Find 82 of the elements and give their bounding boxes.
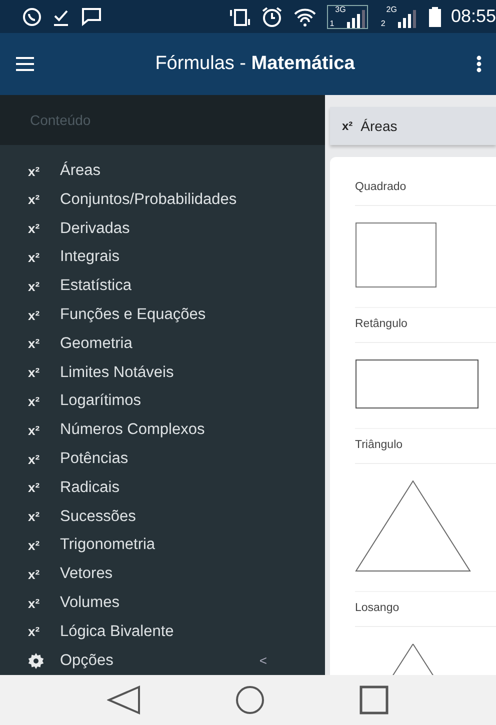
drawer-item[interactable]: x² Logarítimos <box>0 387 325 416</box>
sim-number: 1 <box>330 20 334 28</box>
collapse-chevron[interactable]: < <box>259 653 267 668</box>
formula-mark: x² <box>28 422 41 438</box>
settings-icon <box>28 652 44 669</box>
clock: 08:55 <box>450 6 496 27</box>
drawer-item[interactable]: x² Potências <box>0 444 325 474</box>
battery-icon <box>428 6 441 26</box>
formula-mark: x² <box>28 250 41 265</box>
shape-label: Triângulo <box>355 439 403 451</box>
drawer-item-label: Números Complexos <box>60 421 205 440</box>
menu-icon[interactable] <box>16 57 34 71</box>
formula-mark: x² <box>28 509 41 524</box>
drawer-item-label: Áreas <box>60 162 100 180</box>
recents-icon[interactable] <box>359 685 389 715</box>
drawer-item-label: Volumes <box>60 594 120 612</box>
network-type: 3G <box>335 6 346 14</box>
alarm-icon <box>260 6 283 28</box>
back-icon[interactable] <box>107 685 141 715</box>
home-icon[interactable] <box>235 685 265 715</box>
drawer-item[interactable]: Opções < <box>0 646 325 675</box>
drawer-item[interactable]: x² Estatística <box>0 272 325 301</box>
formula-mark: x² <box>28 480 41 496</box>
drawer-item-label: Conjuntos/Probabilidades <box>60 190 237 209</box>
drawer-item-label: Vetores <box>60 565 113 584</box>
section-tab[interactable]: x² Áreas <box>330 107 496 145</box>
formula-mark: x² <box>28 596 41 610</box>
drawer-item[interactable]: x² Sucessões <box>0 502 325 532</box>
shape-label: Quadrado <box>355 181 406 193</box>
drawer-item-label: Limites Notáveis <box>60 364 174 382</box>
app-title: Fórmulas - Matemática <box>154 53 356 75</box>
formula-mark: x² <box>342 119 353 133</box>
formula-mark: x² <box>28 164 41 179</box>
vibrate-icon <box>228 6 251 26</box>
formula-mark: x² <box>28 192 41 208</box>
formula-mark: x² <box>28 308 41 323</box>
drawer-item[interactable]: x² Derivadas <box>0 214 325 244</box>
drawer-item[interactable]: x² Vetores <box>0 560 325 589</box>
signal-icon <box>398 10 416 28</box>
drawer-item[interactable]: x² Trigonometria <box>0 531 325 560</box>
drawer-item-label: Trigonometria <box>60 536 156 554</box>
wifi-icon <box>292 6 317 26</box>
signal-icon <box>346 10 365 28</box>
drawer-item[interactable]: x² Números Complexos <box>0 416 325 445</box>
drawer-item[interactable]: x² Áreas <box>0 156 325 186</box>
message-icon <box>80 6 102 26</box>
drawer-item-label: Lógica Bivalente <box>60 622 174 641</box>
shape-label: Losango <box>355 602 400 614</box>
drawer-item-label: Derivadas <box>60 220 130 238</box>
drawer-item[interactable]: x² Lógica Bivalente <box>0 617 325 646</box>
formula-mark: x² <box>28 538 41 553</box>
drawer-item-label: Funções e Equações <box>60 306 206 324</box>
drawer-item[interactable]: x² Geometria <box>0 329 325 358</box>
chat-icon <box>22 6 42 26</box>
sim-number: 2 <box>380 20 386 28</box>
drawer-item[interactable]: x² Limites Notáveis <box>0 358 325 388</box>
more-options-icon[interactable] <box>476 55 482 73</box>
drawer-item-label: Geometria <box>60 334 132 353</box>
formula-mark: x² <box>28 394 41 409</box>
drawer-item[interactable]: x² Conjuntos/Probabilidades <box>0 185 325 214</box>
drawer-item[interactable]: x² Radicais <box>0 473 325 502</box>
drawer-item-label: Sucessões <box>60 508 136 526</box>
drawer-item-label: Potências <box>60 450 128 468</box>
drawer-item[interactable]: x² Integrais <box>0 243 325 272</box>
formula-mark: x² <box>28 452 41 467</box>
formula-mark: x² <box>28 365 41 380</box>
formula-mark: x² <box>28 336 41 352</box>
drawer-item[interactable]: x² Funções e Equações <box>0 300 325 330</box>
drawer-header-text: Conteúdo <box>30 112 91 128</box>
drawer-item-label: Estatística <box>60 277 132 296</box>
formula-mark: x² <box>28 624 41 640</box>
tab-label: Áreas <box>360 118 398 134</box>
drawer-item-label: Integrais <box>60 248 120 266</box>
drawer-item-label: Radicais <box>60 478 120 497</box>
shape-label: Retângulo <box>355 318 408 330</box>
network-type: 2G <box>386 6 397 14</box>
formula-mark: x² <box>28 566 41 582</box>
drawer-item-label: Opções <box>60 652 114 670</box>
formula-mark: x² <box>28 278 41 294</box>
drawer-item[interactable]: x² Volumes <box>0 588 325 618</box>
formula-mark: x² <box>28 221 41 236</box>
drawer-item-label: Logarítimos <box>60 392 141 410</box>
